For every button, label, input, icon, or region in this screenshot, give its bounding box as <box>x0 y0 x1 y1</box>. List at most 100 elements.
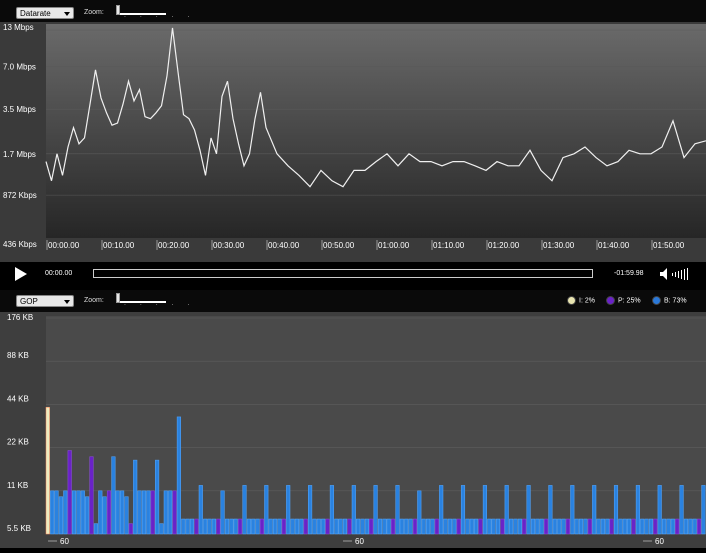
datarate-x-tick-label: 01:00.00 <box>378 241 410 250</box>
chevron-down-icon <box>64 12 70 16</box>
gop-bar-b <box>382 518 387 535</box>
gop-bar-b <box>220 490 225 535</box>
gop-bar-b <box>312 518 317 535</box>
gop-bar-p <box>697 518 702 535</box>
datarate-x-tick-label: 01:30.00 <box>543 241 575 250</box>
gop-bar-b <box>613 485 619 535</box>
gop-bar-b <box>648 518 654 535</box>
gop-bar-b <box>185 518 190 535</box>
gop-bar-b <box>408 518 413 535</box>
zoom-slider-ticks: . . . . . <box>124 300 196 307</box>
gop-bar-b <box>181 518 186 535</box>
chevron-down-icon <box>64 300 70 304</box>
gop-type-dropdown[interactable]: GOP <box>16 295 74 307</box>
zoom-label: Zoom: <box>84 297 104 304</box>
gop-bar-b <box>679 485 684 535</box>
gop-bar-p <box>675 518 680 535</box>
datarate-chart-svg: 13 Mbps 7.0 Mbps 3.5 Mbps 1.7 Mbps 872 Kbps 4… <box>0 22 706 262</box>
gop-bar-b <box>622 518 627 535</box>
current-time: 00:00.00 <box>45 270 73 277</box>
gop-bar-b <box>517 518 522 535</box>
seek-bar[interactable] <box>93 269 593 278</box>
gop-bar-b <box>535 518 540 535</box>
gop-bar-b <box>421 518 426 535</box>
gop-bar-p <box>456 518 461 535</box>
gop-bar-p <box>500 518 505 535</box>
gop-bar-b <box>618 518 623 535</box>
gop-bar-b <box>137 490 142 535</box>
gop-chart-svg: 176 KB 88 KB 44 KB 22 KB 11 KB 5.5 KB 60 60 60 <box>0 312 706 548</box>
datarate-x-tick-label: 00:50.00 <box>323 241 355 250</box>
gop-bar-p <box>238 518 243 535</box>
legend-dot-b <box>652 296 661 305</box>
gop-bar-b <box>491 518 496 535</box>
zoom-label: Zoom: <box>84 9 104 16</box>
gop-bar-b <box>356 518 361 535</box>
gop-bar-i <box>45 407 50 535</box>
gop-bar-b <box>430 518 435 535</box>
gop-bar-b <box>155 459 160 535</box>
gop-bar-b <box>146 490 151 535</box>
gop-bar-b <box>85 496 90 535</box>
gop-bar-b <box>399 518 404 535</box>
gop-bar-b <box>688 518 693 535</box>
gop-bar-p <box>128 523 133 535</box>
gop-y-tick-label: 88 KB <box>7 351 29 360</box>
gop-bar-b <box>93 523 98 535</box>
gop-bar-b <box>264 485 269 535</box>
gop-y-tick-label: 22 KB <box>7 438 29 447</box>
gop-bar-b <box>557 518 562 535</box>
gop-bar-b <box>163 490 168 535</box>
gop-bar-b <box>342 518 348 535</box>
gop-bar-b <box>600 518 605 535</box>
play-icon[interactable] <box>15 267 27 281</box>
gop-bar-b <box>211 518 216 535</box>
gop-bar-b <box>513 518 518 535</box>
zoom-slider-ticks: . . . . . <box>124 12 196 19</box>
gop-bar-b <box>54 490 59 535</box>
gop-bar-b <box>334 518 339 535</box>
gop-bar-b <box>692 518 697 535</box>
gop-bar-b <box>360 518 365 535</box>
gop-bar-b <box>583 518 588 535</box>
chart-type-dropdown-value: Datarate <box>20 9 51 18</box>
gop-bar-p <box>478 518 483 535</box>
datarate-toolbar: Datarate Zoom: . . . . . <box>0 0 706 22</box>
datarate-y-tick-label: 13 Mbps <box>3 23 34 32</box>
gop-bar-b <box>224 518 230 535</box>
gop-bar-b <box>460 485 466 535</box>
gop-bar-b <box>141 490 147 535</box>
gop-bar-p <box>216 518 221 535</box>
gop-bar-b <box>273 518 278 535</box>
datarate-x-tick-label: 01:40.00 <box>598 241 630 250</box>
speaker-icon[interactable] <box>660 268 694 280</box>
datarate-x-tick-label: 01:50.00 <box>653 241 685 250</box>
gop-bar-b <box>251 518 256 535</box>
chart-type-dropdown[interactable]: Datarate <box>16 7 74 19</box>
zoom-slider-thumb[interactable] <box>116 293 120 303</box>
gop-bar-b <box>504 485 509 535</box>
gop-bar-p <box>391 518 396 535</box>
gop-bar-p <box>522 518 527 535</box>
datarate-x-tick-label: 00:20.00 <box>158 241 190 250</box>
datarate-x-tick-label: 00:40.00 <box>268 241 300 250</box>
datarate-plot-inner <box>46 24 706 238</box>
legend-label-i: I: 2% <box>579 297 595 305</box>
gop-bar-p <box>544 518 549 535</box>
gop-bar-b <box>447 518 452 535</box>
gop-bar-b <box>189 518 195 535</box>
gop-bar-p <box>412 518 418 535</box>
gop-bar-p <box>89 456 94 535</box>
gop-bar-b <box>644 518 649 535</box>
gop-bar-b <box>395 485 400 535</box>
gop-length-label: 60 <box>60 537 69 546</box>
gop-bar-p <box>347 518 352 535</box>
gop-bar-b <box>474 518 479 535</box>
gop-bar-p <box>434 518 439 535</box>
gop-bar-b <box>596 518 601 535</box>
legend-dot-p <box>606 296 615 305</box>
gop-bar-b <box>561 518 566 535</box>
zoom-slider-thumb[interactable] <box>116 5 120 15</box>
gop-bar-b <box>124 496 129 535</box>
gop-bar-p <box>369 518 374 535</box>
